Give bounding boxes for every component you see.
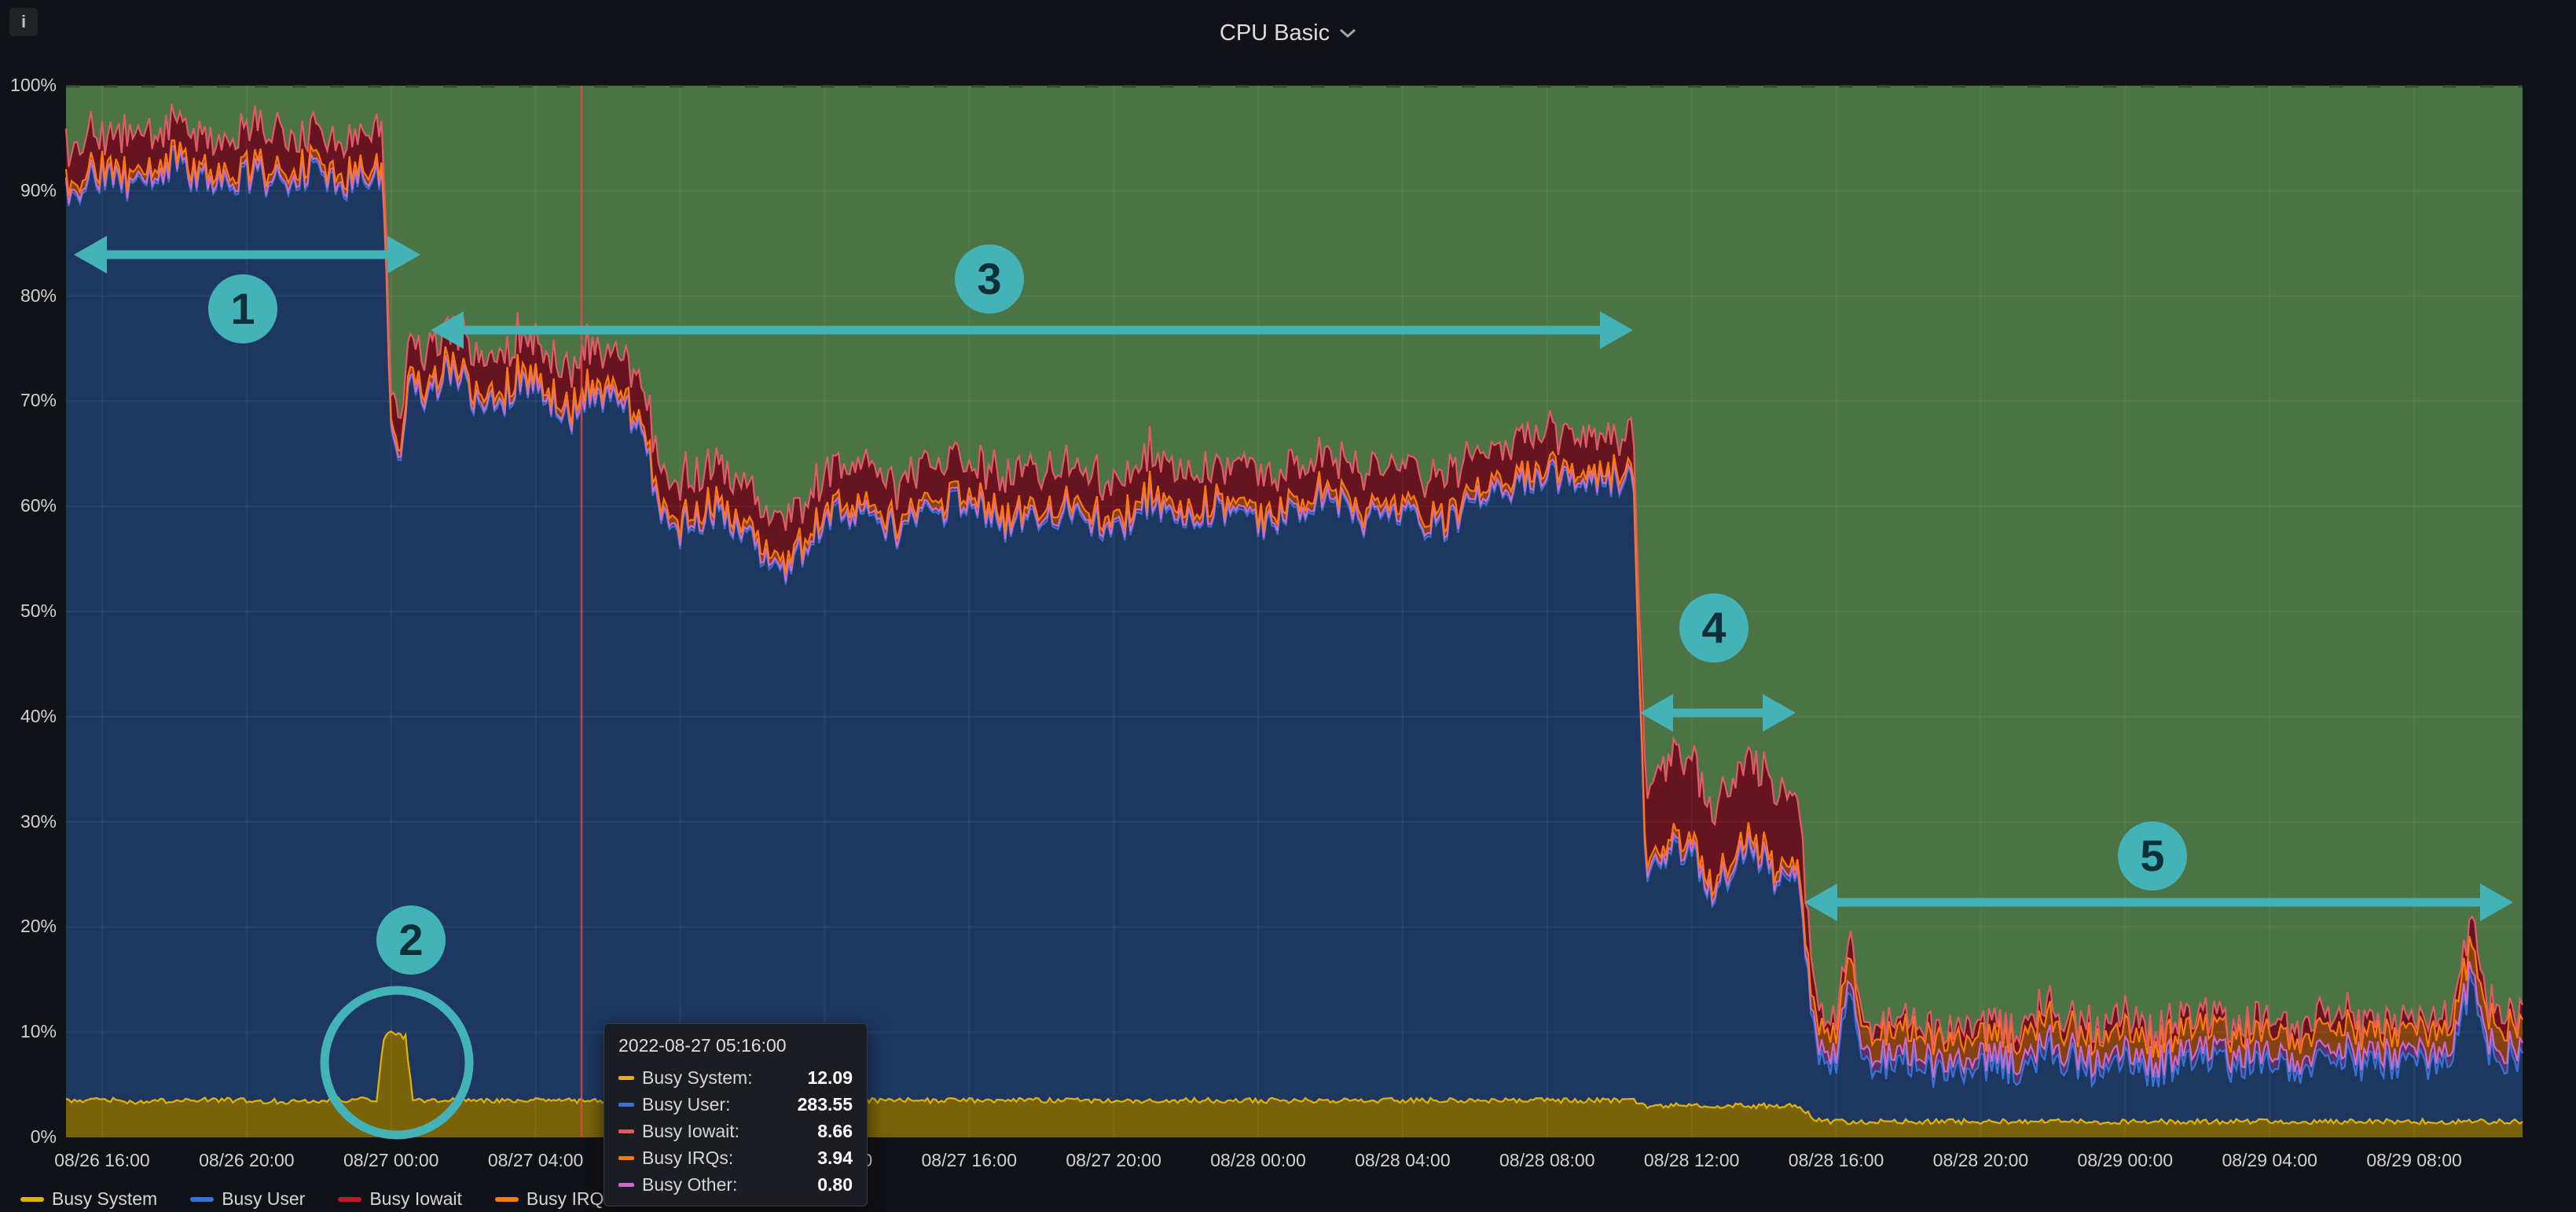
legend-series-swatch: [495, 1197, 519, 1202]
legend-series-swatch: [20, 1197, 44, 1202]
tooltip-series-swatch: [618, 1103, 634, 1107]
tooltip-series-label: Busy Iowait:: [642, 1121, 739, 1142]
panel-header[interactable]: CPU Basic: [0, 0, 2576, 66]
tooltip-row: Busy System: 12.09: [618, 1064, 853, 1091]
tooltip-row: Busy Iowait: 8.66: [618, 1118, 853, 1144]
tooltip-row: Busy User: 283.55: [618, 1091, 853, 1118]
panel-title: CPU Basic: [1220, 20, 1330, 46]
legend-series-label: Busy IRQs: [527, 1188, 613, 1210]
legend-item-busy-iowait[interactable]: Busy Iowait: [338, 1188, 462, 1210]
legend-series-label: Busy Iowait: [369, 1188, 462, 1210]
cpu-usage-chart[interactable]: [0, 0, 2576, 1212]
tooltip-series-label: Busy System:: [642, 1067, 753, 1089]
tooltip-series-value: 3.94: [817, 1148, 853, 1169]
tooltip-timestamp: 2022-08-27 05:16:00: [618, 1035, 853, 1056]
legend: Busy System Busy User Busy Iowait Busy IRQs: [20, 1188, 613, 1210]
tooltip-series-label: Busy Other:: [642, 1174, 737, 1195]
tooltip-series-label: Busy User:: [642, 1094, 730, 1115]
legend-item-busy-user[interactable]: Busy User: [190, 1188, 305, 1210]
legend-series-swatch: [338, 1197, 361, 1202]
info-icon: i: [21, 12, 26, 32]
tooltip-rows: Busy System: 12.09 Busy User: 283.55 Busy Io…: [618, 1064, 853, 1198]
tooltip-series-value: 8.66: [817, 1121, 853, 1142]
tooltip-series-label: Busy IRQs:: [642, 1148, 733, 1169]
tooltip-series-swatch: [618, 1129, 634, 1133]
tooltip: 2022-08-27 05:16:00 Busy System:12.09Bus…: [604, 1023, 868, 1206]
tooltip-row: Busy Other: 0.80: [618, 1171, 853, 1198]
tooltip-row: Busy IRQs: 3.94: [618, 1144, 853, 1171]
chevron-down-icon: [1339, 28, 1356, 39]
tooltip-series-value: 283.55: [798, 1094, 853, 1115]
legend-series-label: Busy User: [222, 1188, 305, 1210]
tooltip-series-swatch: [618, 1183, 634, 1187]
legend-series-swatch: [190, 1197, 214, 1202]
tooltip-series-swatch: [618, 1076, 634, 1080]
tooltip-series-value: 12.09: [807, 1067, 853, 1089]
panel-info-icon[interactable]: i: [9, 8, 38, 36]
chart-areas: [66, 86, 2523, 1137]
legend-item-busy-system[interactable]: Busy System: [20, 1188, 157, 1210]
legend-item-busy-irqs[interactable]: Busy IRQs: [495, 1188, 613, 1210]
legend-series-label: Busy System: [52, 1188, 157, 1210]
tooltip-series-swatch: [618, 1156, 634, 1160]
tooltip-series-value: 0.80: [817, 1174, 853, 1195]
